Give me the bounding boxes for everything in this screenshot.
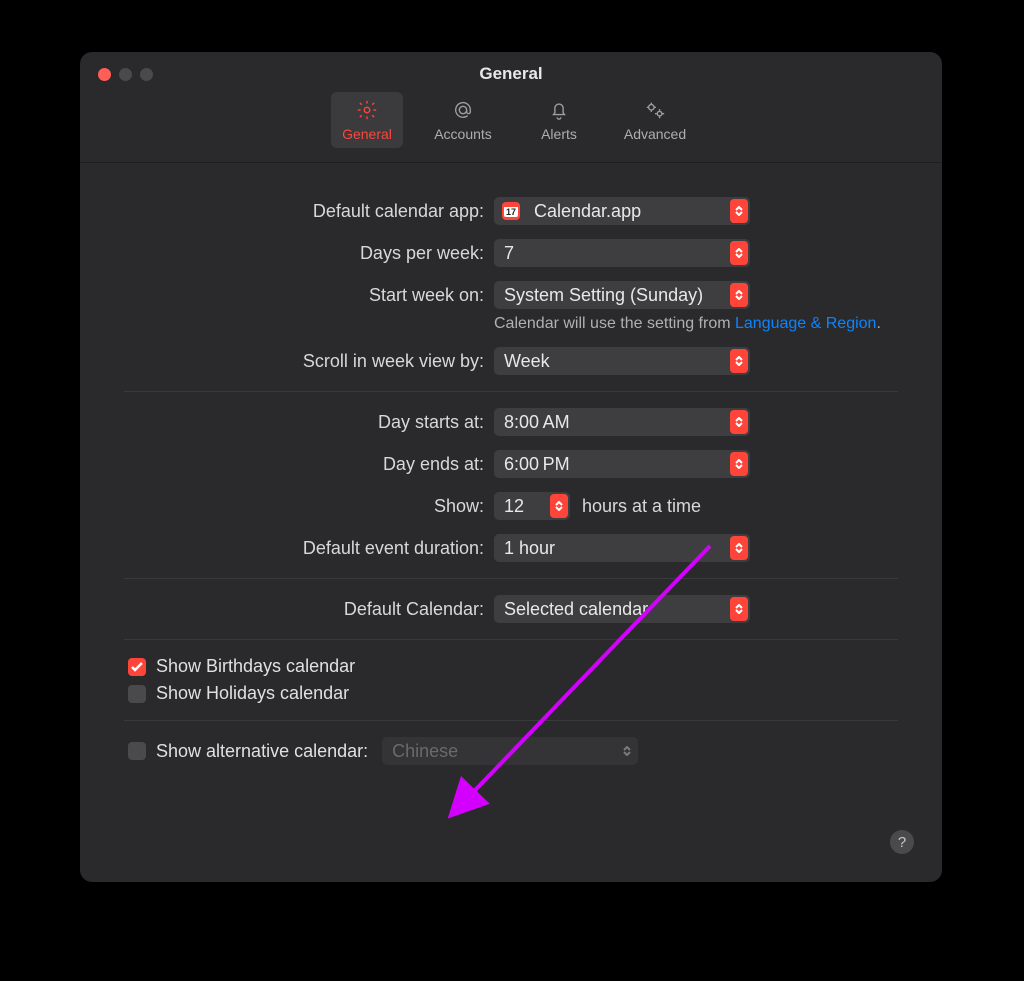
- calendar-app-icon: 17: [502, 202, 520, 220]
- day-starts-select[interactable]: 8:00 AM: [494, 408, 750, 436]
- day-starts-label: Day starts at:: [124, 412, 494, 433]
- updown-icon: [730, 241, 748, 265]
- day-ends-select[interactable]: 6:00 PM: [494, 450, 750, 478]
- tab-advanced[interactable]: Advanced: [619, 92, 691, 148]
- start-week-select[interactable]: System Setting (Sunday): [494, 281, 750, 309]
- select-value: Chinese: [382, 741, 638, 762]
- divider: [124, 578, 898, 579]
- select-value: Calendar.app: [524, 201, 750, 222]
- tab-alerts[interactable]: Alerts: [523, 92, 595, 148]
- select-value: Selected calendar: [494, 599, 750, 620]
- language-region-link[interactable]: Language & Region: [735, 315, 876, 332]
- select-value: 1 hour: [494, 538, 750, 559]
- show-alternative-checkbox[interactable]: [128, 742, 146, 760]
- scroll-week-label: Scroll in week view by:: [124, 351, 494, 372]
- days-per-week-select[interactable]: 7: [494, 239, 750, 267]
- checkbox-label: Show Birthdays calendar: [156, 656, 355, 677]
- show-hours-select[interactable]: 12: [494, 492, 570, 520]
- show-hours-suffix: hours at a time: [582, 496, 701, 517]
- updown-icon: [730, 349, 748, 373]
- default-calendar-select[interactable]: Selected calendar: [494, 595, 750, 623]
- updown-icon: [730, 410, 748, 434]
- general-pane: Default calendar app: 17 Calendar.app Da…: [80, 163, 942, 765]
- tab-label: Alerts: [541, 126, 577, 142]
- tab-label: General: [342, 126, 392, 142]
- default-calendar-label: Default Calendar:: [124, 599, 494, 620]
- updown-icon: [730, 536, 748, 560]
- scroll-week-select[interactable]: Week: [494, 347, 750, 375]
- updown-icon: [730, 283, 748, 307]
- gears-icon: [644, 98, 666, 122]
- bell-icon: [548, 98, 570, 122]
- start-week-hint: Calendar will use the setting from Langu…: [494, 315, 898, 333]
- tab-general[interactable]: General: [331, 92, 403, 148]
- select-value: 7: [494, 243, 750, 264]
- alternative-calendar-select: Chinese: [382, 737, 638, 765]
- show-birthdays-checkbox[interactable]: [128, 658, 146, 676]
- default-app-label: Default calendar app:: [124, 201, 494, 222]
- start-week-label: Start week on:: [124, 285, 494, 306]
- day-ends-label: Day ends at:: [124, 454, 494, 475]
- preferences-toolbar: General Accounts Alerts Advanced: [80, 92, 942, 163]
- updown-icon: [620, 740, 634, 762]
- at-icon: [452, 98, 474, 122]
- show-alternative-row[interactable]: Show alternative calendar: Chinese: [128, 737, 898, 765]
- window-title: General: [80, 64, 942, 84]
- updown-icon: [730, 199, 748, 223]
- preferences-window: General General Accounts Alerts Advanced: [80, 52, 942, 882]
- show-holidays-checkbox[interactable]: [128, 685, 146, 703]
- tab-accounts[interactable]: Accounts: [427, 92, 499, 148]
- updown-icon: [730, 597, 748, 621]
- show-holidays-row[interactable]: Show Holidays calendar: [128, 683, 898, 704]
- select-value: 8:00 AM: [494, 412, 750, 433]
- event-duration-label: Default event duration:: [124, 538, 494, 559]
- select-value: Week: [494, 351, 750, 372]
- checkbox-label: Show Holidays calendar: [156, 683, 349, 704]
- updown-icon: [550, 494, 568, 518]
- checkbox-label: Show alternative calendar:: [156, 741, 368, 762]
- event-duration-select[interactable]: 1 hour: [494, 534, 750, 562]
- tab-label: Advanced: [624, 126, 686, 142]
- updown-icon: [730, 452, 748, 476]
- select-value: System Setting (Sunday): [494, 285, 750, 306]
- help-button[interactable]: ?: [890, 830, 914, 854]
- days-per-week-label: Days per week:: [124, 243, 494, 264]
- divider: [124, 720, 898, 721]
- titlebar: General: [80, 52, 942, 88]
- default-app-select[interactable]: 17 Calendar.app: [494, 197, 750, 225]
- show-birthdays-row[interactable]: Show Birthdays calendar: [128, 656, 898, 677]
- show-hours-label: Show:: [124, 496, 494, 517]
- gear-icon: [356, 98, 378, 122]
- divider: [124, 391, 898, 392]
- divider: [124, 639, 898, 640]
- select-value: 6:00 PM: [494, 454, 750, 475]
- tab-label: Accounts: [434, 126, 492, 142]
